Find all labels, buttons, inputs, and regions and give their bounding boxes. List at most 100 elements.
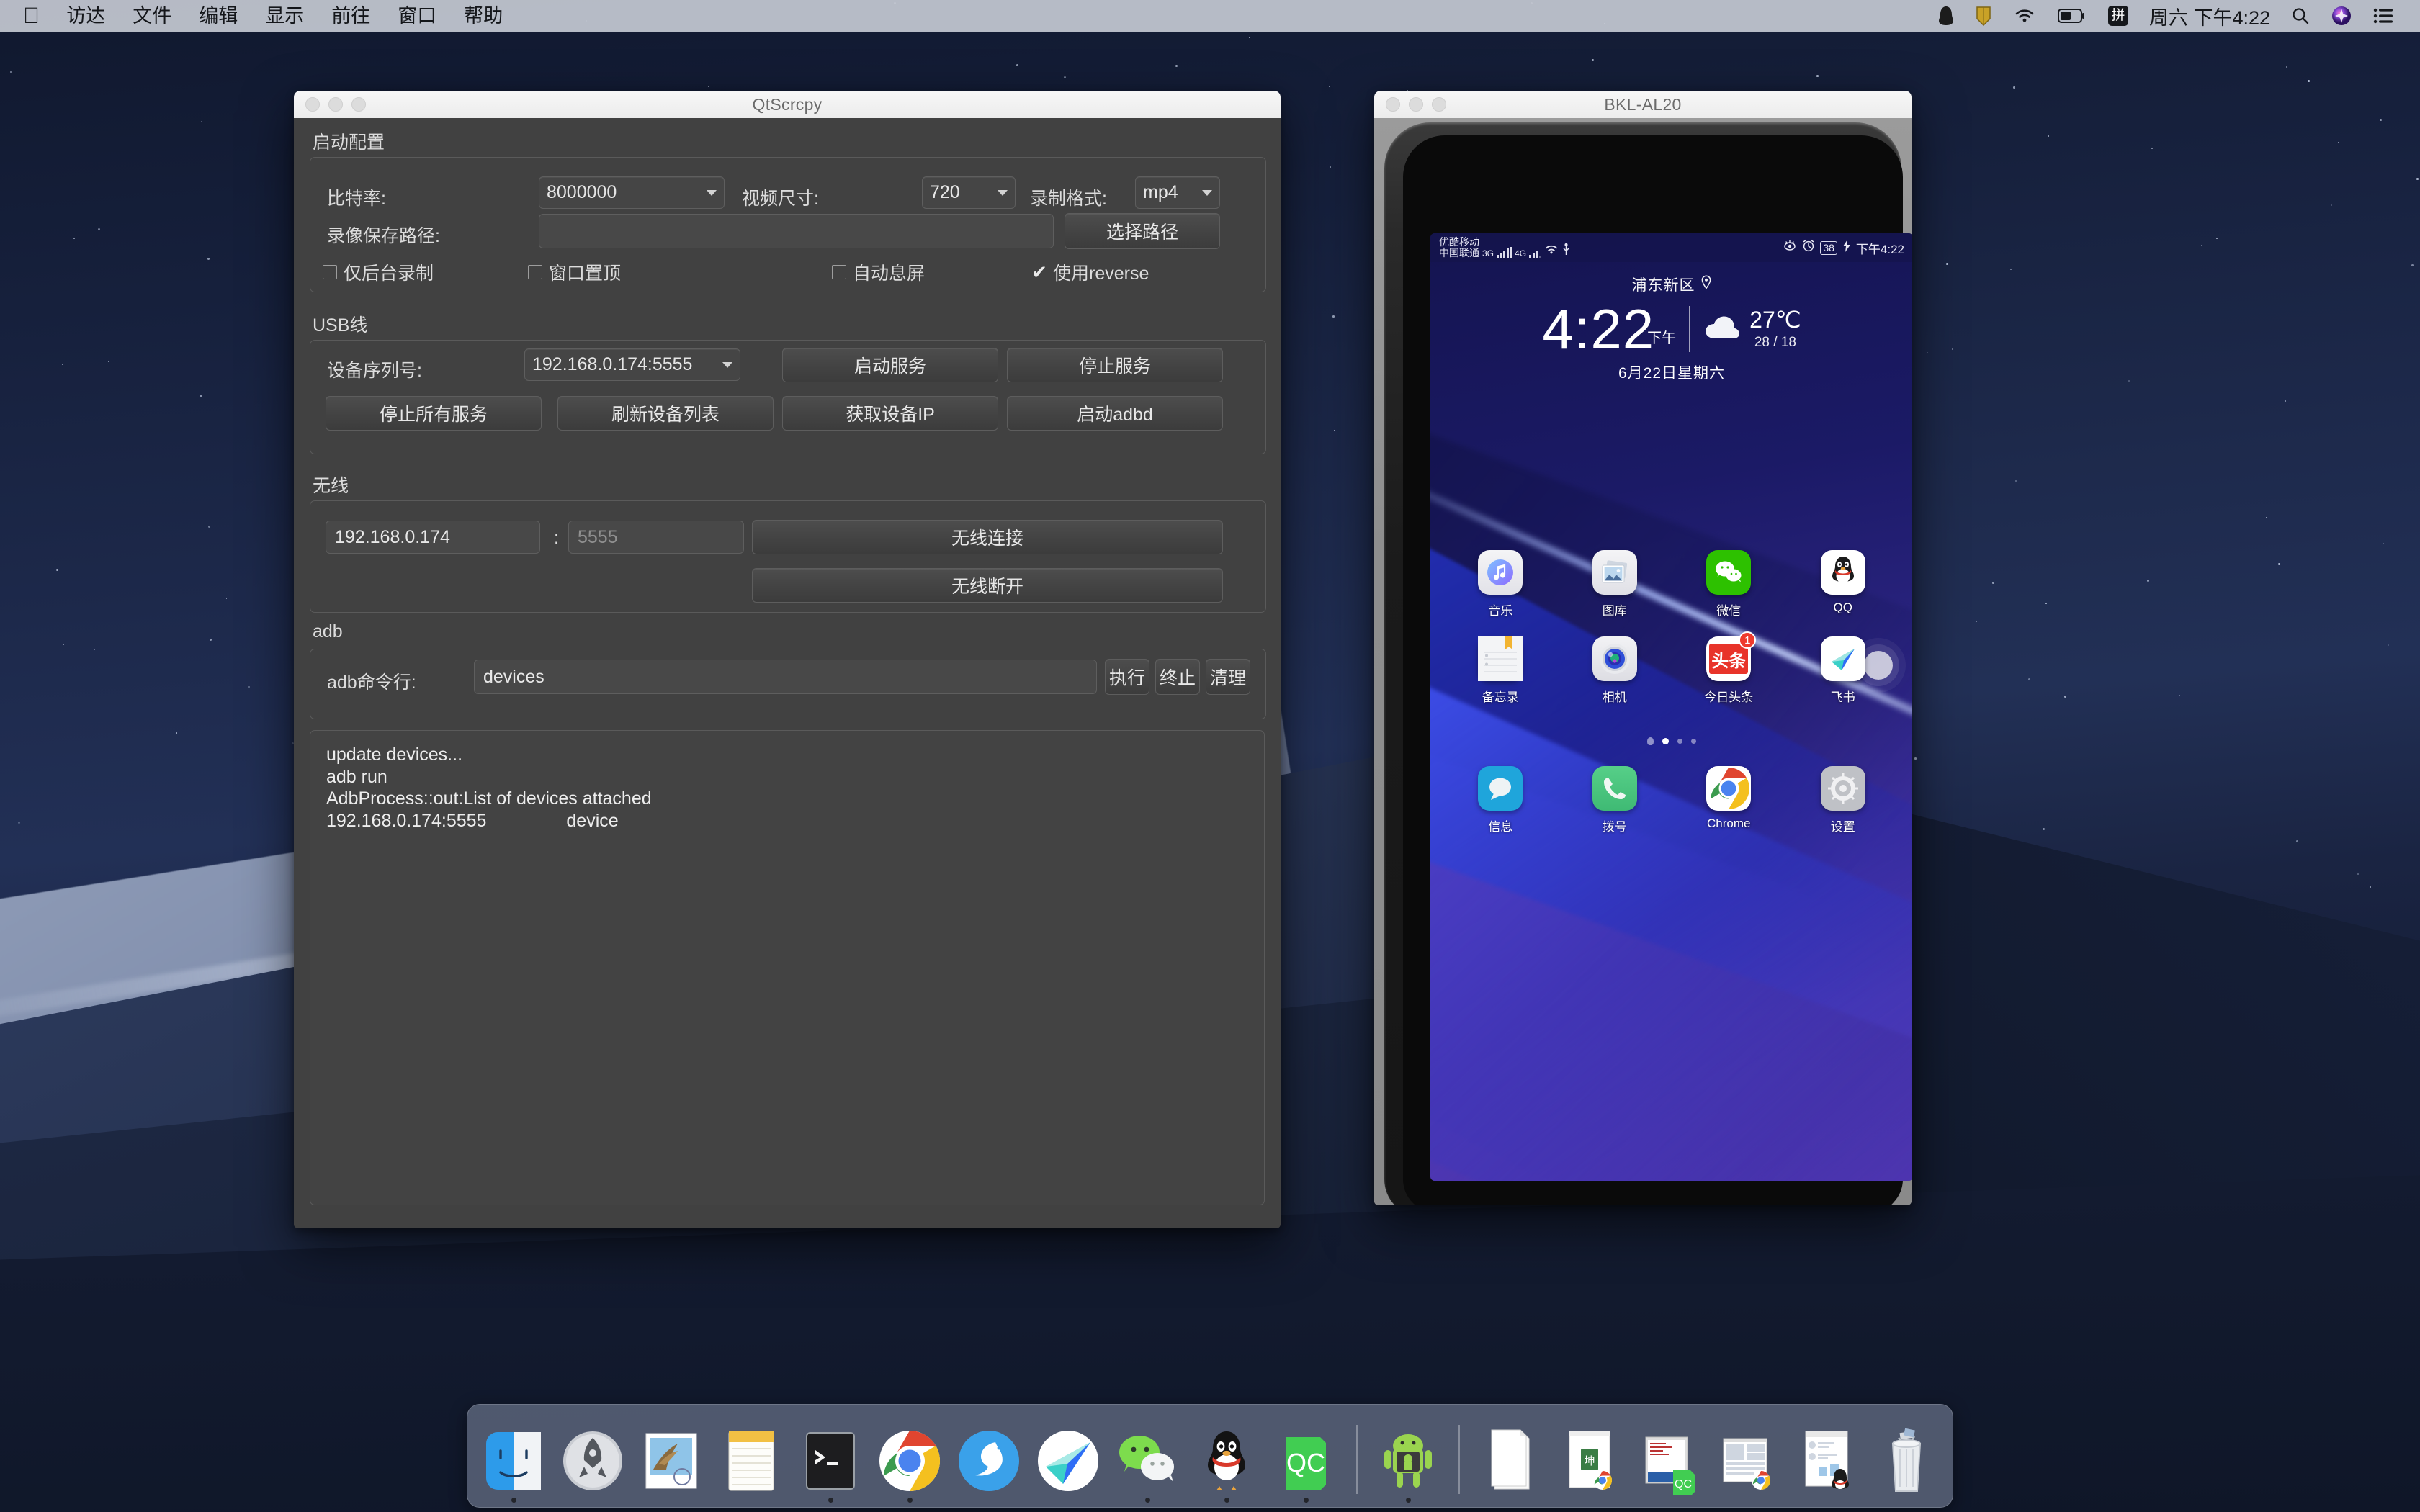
menu-item-help[interactable]: 帮助 — [450, 0, 516, 32]
zoom-button[interactable] — [351, 97, 366, 112]
wireless-ip-input[interactable]: 192.168.0.174 — [326, 521, 540, 554]
adb-run-button[interactable]: 执行 — [1105, 659, 1150, 695]
record-format-select[interactable]: mp4 — [1135, 176, 1220, 209]
zoom-button[interactable] — [1432, 97, 1446, 112]
document-stack-icon — [1483, 1427, 1538, 1495]
choose-path-button[interactable]: 选择路径 — [1065, 213, 1220, 249]
checkbox-auto-screen-off[interactable]: 自动息屏 — [832, 259, 925, 285]
dock-item-sogou-input[interactable] — [951, 1422, 1026, 1503]
dock-item-window-wechat[interactable]: 坤 — [1552, 1422, 1627, 1503]
checkbox-always-on-top[interactable]: 窗口置顶 — [528, 259, 621, 285]
app-icon-toutiao[interactable]: 头条 1 今日头条 — [1694, 636, 1763, 705]
signal-bars-icon — [1497, 247, 1512, 258]
android-screen[interactable]: 优酷移动 中国联通 3G 4G — [1430, 233, 1912, 1181]
toutiao-glyph: 头条 — [1709, 644, 1748, 674]
menu-item-go[interactable]: 前往 — [318, 0, 384, 32]
minimize-button[interactable] — [1409, 97, 1423, 112]
app-icon-gallery[interactable]: 图库 — [1580, 550, 1649, 618]
close-button[interactable] — [1386, 97, 1400, 112]
dock-item-android-studio[interactable] — [1371, 1422, 1446, 1503]
wireless-connect-button[interactable]: 无线连接 — [752, 520, 1223, 554]
battery-icon[interactable] — [2047, 8, 2097, 24]
running-indicator — [511, 1498, 516, 1503]
refresh-device-list-button[interactable]: 刷新设备列表 — [557, 396, 774, 431]
wifi-icon[interactable] — [2002, 7, 2047, 24]
stop-service-button[interactable]: 停止服务 — [1007, 348, 1223, 382]
app-icon-music[interactable]: 音乐 — [1466, 550, 1535, 618]
dock-item-finder[interactable] — [476, 1422, 551, 1503]
apple-logo-icon[interactable]:  — [20, 0, 53, 32]
start-service-button[interactable]: 启动服务 — [782, 348, 998, 382]
app-icon-wechat[interactable]: 微信 — [1694, 550, 1763, 618]
close-button[interactable] — [305, 97, 320, 112]
dock-item-chrome[interactable] — [872, 1422, 947, 1503]
adb-stop-button[interactable]: 终止 — [1155, 659, 1200, 695]
video-size-select[interactable]: 720 — [922, 176, 1016, 209]
qq-penguin-icon[interactable] — [1927, 6, 1965, 26]
start-adbd-button[interactable]: 启动adbd — [1007, 396, 1223, 431]
save-path-input[interactable] — [539, 214, 1054, 248]
checkbox-use-reverse[interactable]: ✔ 使用reverse — [1032, 259, 1149, 285]
qtscrcpy-window[interactable]: QtScrcpy 启动配置 比特率: 8000000 视频尺寸: 720 录制格… — [294, 91, 1281, 1228]
widget-weather-text: 27℃ 28 / 18 — [1749, 308, 1801, 351]
get-device-ip-button[interactable]: 获取设备IP — [782, 396, 998, 431]
wireless-disconnect-button[interactable]: 无线断开 — [752, 568, 1223, 603]
1password-icon[interactable] — [1965, 6, 2002, 26]
qtscrcpy-titlebar[interactable]: QtScrcpy — [294, 91, 1281, 119]
app-icon-messages[interactable]: 信息 — [1466, 766, 1535, 834]
carrier-line-2: 中国联通 — [1439, 248, 1479, 258]
dock-item-trash[interactable] — [1869, 1422, 1944, 1503]
checkbox-background-record[interactable]: 仅后台录制 — [323, 259, 434, 285]
adb-command-input[interactable]: devices — [474, 660, 1097, 694]
mac-dock[interactable]: QC 坤 QC — [467, 1404, 1953, 1508]
dock-item-notes[interactable] — [714, 1422, 789, 1503]
menu-item-file[interactable]: 文件 — [119, 0, 185, 32]
dock-item-feishu[interactable] — [1031, 1422, 1106, 1503]
dock-item-launchpad[interactable] — [555, 1422, 630, 1503]
running-indicator — [1587, 1498, 1592, 1503]
menu-item-finder[interactable]: 访达 — [53, 0, 119, 32]
app-icon-qq[interactable]: QQ — [1809, 550, 1878, 618]
app-label: 飞书 — [1831, 687, 1855, 705]
dock-item-qq[interactable] — [1189, 1422, 1264, 1503]
app-icon-settings[interactable]: 设置 — [1809, 766, 1878, 834]
cloud-icon — [1703, 314, 1742, 345]
bitrate-select[interactable]: 8000000 — [539, 176, 725, 209]
app-icon-notes[interactable]: 备忘录 — [1466, 636, 1535, 705]
wireless-port-input[interactable]: 5555 — [568, 521, 744, 554]
alarm-clock-icon — [1802, 239, 1815, 256]
siri-icon[interactable] — [2321, 6, 2362, 26]
dock-item-documents-stack[interactable] — [1473, 1422, 1548, 1503]
clock-weather-widget[interactable]: 浦东新区 4:22 下午 — [1430, 274, 1912, 383]
app-icon-dialer[interactable]: 拨号 — [1580, 766, 1649, 834]
phone-window-titlebar[interactable]: BKL-AL20 — [1374, 91, 1912, 119]
app-icon-chrome[interactable]: Chrome — [1694, 766, 1763, 834]
dock-item-qtcreator[interactable]: QC — [1268, 1422, 1343, 1503]
dock-item-mail[interactable] — [635, 1422, 709, 1503]
window-traffic-lights[interactable] — [305, 91, 366, 118]
qq-icon — [1193, 1427, 1260, 1495]
app-icon-camera[interactable]: 相机 — [1580, 636, 1649, 705]
dock-item-wechat[interactable] — [1110, 1422, 1185, 1503]
search-spotlight-icon[interactable] — [2280, 6, 2321, 25]
adb-log-output[interactable]: update devices... adb run AdbProcess::ou… — [310, 730, 1265, 1205]
dock-item-window-qq[interactable] — [1790, 1422, 1865, 1503]
dock-item-terminal[interactable] — [793, 1422, 868, 1503]
menu-item-edit[interactable]: 编辑 — [185, 0, 251, 32]
minimize-button[interactable] — [328, 97, 343, 112]
menu-bar-clock[interactable]: 周六 下午4:22 — [2139, 2, 2280, 30]
menu-item-view[interactable]: 显示 — [251, 0, 318, 32]
window-traffic-lights[interactable] — [1386, 91, 1446, 118]
input-method-pinyin-icon[interactable]: 拼 — [2097, 6, 2139, 26]
app-icon-feishu[interactable]: 飞书 — [1809, 636, 1878, 705]
control-center-list-icon[interactable] — [2362, 8, 2404, 24]
stop-all-services-button[interactable]: 停止所有服务 — [326, 396, 542, 431]
home-page-indicator[interactable] — [1430, 737, 1912, 745]
dock-item-window-qtcreator[interactable]: QC — [1631, 1422, 1706, 1503]
phone-mirror-window[interactable]: BKL-AL20 优酷移动 — [1374, 91, 1912, 1205]
app-label: 今日头条 — [1704, 687, 1753, 705]
device-serial-select[interactable]: 192.168.0.174:5555 — [524, 348, 740, 381]
adb-clear-button[interactable]: 清理 — [1206, 659, 1250, 695]
dock-item-window-chrome[interactable] — [1711, 1422, 1785, 1503]
menu-item-window[interactable]: 窗口 — [384, 0, 450, 32]
